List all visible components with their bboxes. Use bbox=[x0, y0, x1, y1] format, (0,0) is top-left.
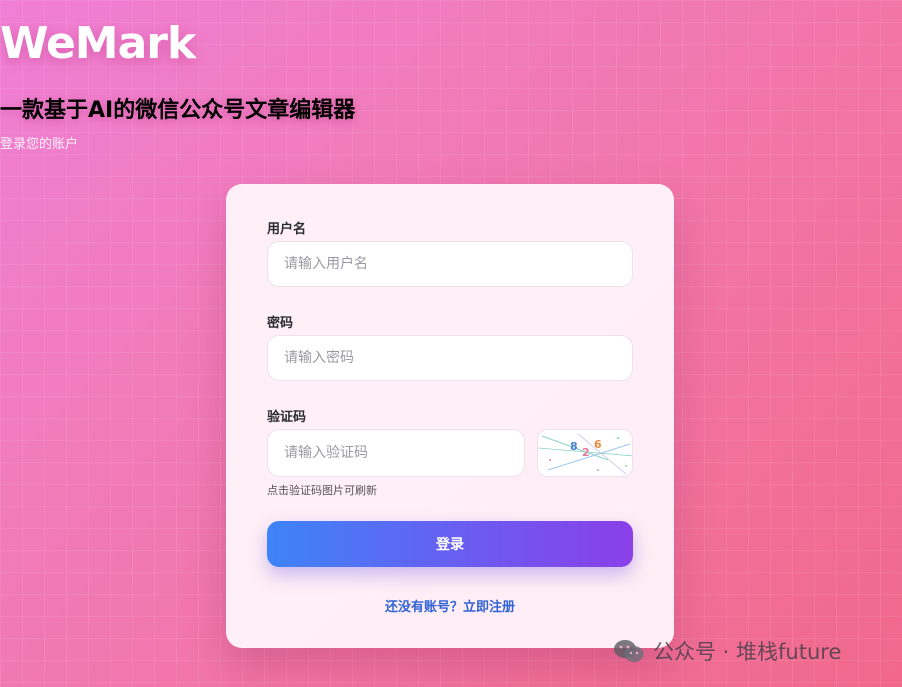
captcha-char-3: 6 bbox=[594, 438, 602, 451]
watermark-text: 公众号 · 堆栈future bbox=[653, 640, 842, 664]
login-tagline: 登录您的账户 bbox=[0, 137, 79, 152]
captcha-image[interactable]: 8 2 6 bbox=[537, 429, 633, 477]
password-input[interactable] bbox=[267, 335, 633, 381]
captcha-input[interactable] bbox=[267, 429, 525, 477]
login-button[interactable]: 登录 bbox=[267, 521, 633, 567]
captcha-char-1: 8 bbox=[570, 440, 578, 453]
register-link[interactable]: 还没有账号？立即注册 bbox=[226, 596, 674, 615]
app-logo: WeMark bbox=[0, 18, 196, 69]
captcha-char-2: 2 bbox=[582, 446, 590, 459]
captcha-label: 验证码 bbox=[267, 410, 307, 425]
login-card: 用户名 密码 验证码 8 2 6 点击验证码图片可刷新 登录 还没有账号？立即注… bbox=[226, 184, 674, 648]
wechat-icon bbox=[614, 640, 644, 662]
watermark: 公众号 · 堆栈future bbox=[613, 636, 841, 666]
username-label: 用户名 bbox=[267, 222, 307, 237]
captcha-hint: 点击验证码图片可刷新 bbox=[267, 484, 377, 497]
password-label: 密码 bbox=[267, 316, 294, 331]
username-input[interactable] bbox=[267, 241, 633, 287]
app-subtitle: 一款基于AI的微信公众号文章编辑器 bbox=[0, 98, 356, 123]
captcha-graphic: 8 2 6 bbox=[538, 433, 632, 475]
